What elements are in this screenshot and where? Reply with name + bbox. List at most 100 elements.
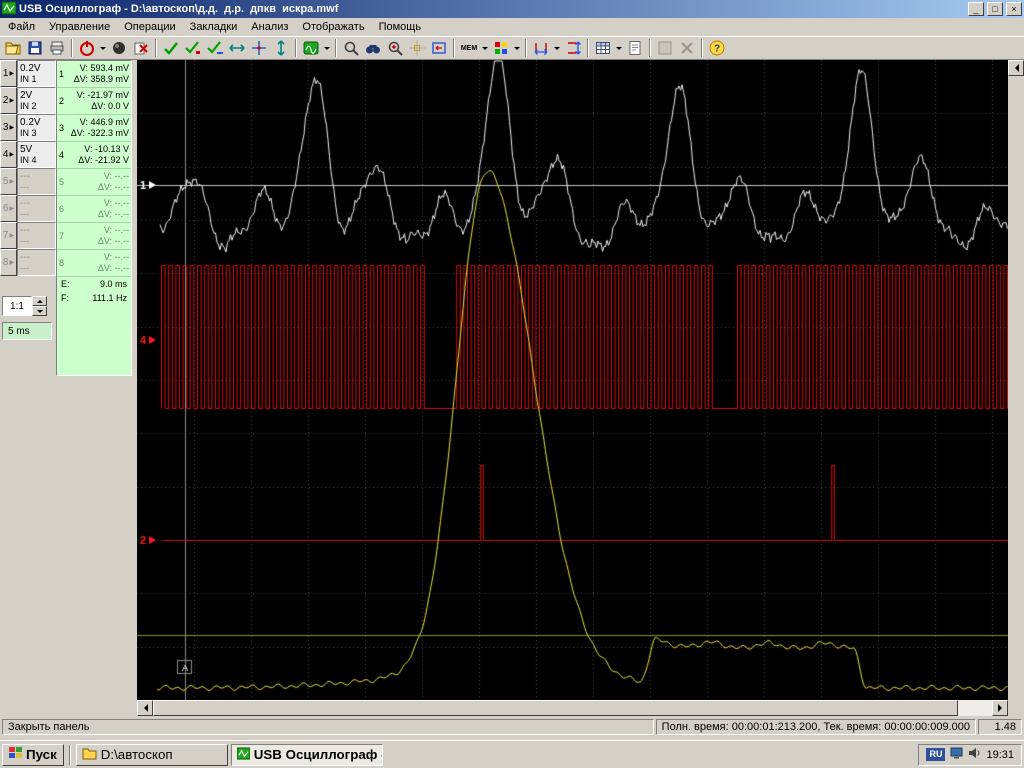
measure-check-ruler-icon[interactable] [204, 37, 226, 59]
channel-6-settings[interactable]: ------ [17, 195, 56, 222]
stop-dropdown[interactable] [98, 37, 108, 59]
minimize-button[interactable]: _ [968, 2, 984, 16]
measure-horizontal-dropdown[interactable] [552, 37, 562, 59]
task-button-folder[interactable]: D:\автоскоп [76, 744, 228, 766]
channel-2-button[interactable]: 2▶ [0, 87, 17, 114]
display-mode-icon[interactable] [300, 37, 322, 59]
channel-6-button[interactable]: 6▶ [0, 195, 17, 222]
channel-colors-icon[interactable] [490, 37, 512, 59]
channel-2-settings[interactable]: 2VIN 2 [17, 87, 56, 114]
measure-check-icon[interactable] [160, 37, 182, 59]
channel-row-2: 2▶ 2VIN 2 [0, 87, 56, 114]
channel-3-settings[interactable]: 0.2VIN 3 [17, 114, 56, 141]
zoom-in-icon[interactable] [384, 37, 406, 59]
measurement-row-4: 4V: -10.13 VΔV: -21.92 V [57, 142, 131, 169]
channel-7-settings[interactable]: ------ [17, 222, 56, 249]
help-icon[interactable]: ? [706, 37, 728, 59]
measurements-panel: 1V: 593.4 mVΔV: 358.9 mV 2V: -21.97 mVΔV… [56, 60, 132, 376]
menu-item-help[interactable]: Помощь [372, 19, 429, 35]
channel-5-settings[interactable]: ------ [17, 168, 56, 195]
pan-vertical-icon[interactable] [270, 37, 292, 59]
panel-toggle-button[interactable] [1008, 60, 1024, 76]
cursor-mode-icon[interactable] [406, 37, 428, 59]
clock[interactable]: 19:31 [986, 749, 1014, 761]
measure-horizontal-icon[interactable] [530, 37, 552, 59]
search-icon[interactable] [362, 37, 384, 59]
channel-row-4: 4▶ 5VIN 4 [0, 141, 56, 168]
menu-item-display[interactable]: Отображать [295, 19, 371, 35]
time-readout: Полн. время: 00:00:01:213.200, Тек. врем… [656, 719, 976, 735]
scale-down-button[interactable] [32, 306, 47, 316]
close-panel-label[interactable]: Закрыть панель [2, 719, 654, 735]
measurement-row-1: 1V: 593.4 mVΔV: 358.9 mV [57, 61, 131, 88]
channel-row-1: 1▶ 0.2VIN 1 [0, 60, 56, 87]
scale-value[interactable]: 1:1 [2, 296, 32, 316]
single-capture-icon[interactable] [108, 37, 130, 59]
save-icon[interactable] [24, 37, 46, 59]
pan-horizontal-icon[interactable] [226, 37, 248, 59]
scrollbar-thumb[interactable] [153, 700, 958, 716]
disabled-close-icon [676, 37, 698, 59]
erase-icon[interactable] [130, 37, 152, 59]
task-button-oscilloscope[interactable]: USB Осциллограф - D... [231, 744, 383, 766]
scroll-left-button[interactable] [137, 700, 153, 716]
data-table-dropdown[interactable] [614, 37, 624, 59]
horizontal-scrollbar [137, 700, 1008, 716]
measure-vertical-icon[interactable] [562, 37, 584, 59]
print-icon[interactable] [46, 37, 68, 59]
measurement-row-3: 3V: 446.9 mVΔV: -322.3 mV [57, 115, 131, 142]
memory-dropdown[interactable] [480, 37, 490, 59]
volume-icon[interactable] [968, 747, 981, 762]
zoom-icon[interactable] [340, 37, 362, 59]
start-button[interactable]: Пуск [2, 744, 64, 766]
language-indicator[interactable]: RU [926, 748, 945, 761]
channel-8-settings[interactable]: ------ [17, 249, 56, 276]
memory-icon[interactable]: MEM [458, 37, 480, 59]
svg-text:?: ? [714, 44, 720, 55]
app-icon [2, 1, 16, 18]
toolbar-separator [335, 39, 337, 57]
menu-item-file[interactable]: Файл [1, 19, 42, 35]
close-button[interactable]: × [1006, 2, 1022, 16]
sweep-duration: E:9.0 ms [57, 277, 131, 291]
menu-item-operations[interactable]: Операции [117, 19, 182, 35]
scroll-right-button[interactable] [992, 700, 1008, 716]
oscilloscope-plot-area [137, 60, 1008, 700]
channel-4-button[interactable]: 4▶ [0, 141, 17, 168]
toolbar-separator [71, 39, 73, 57]
fit-view-icon[interactable] [428, 37, 450, 59]
scale-up-button[interactable] [32, 296, 47, 306]
channel-row-3: 3▶ 0.2VIN 3 [0, 114, 56, 141]
window-title: USB Осциллограф - D:\автоскоп\д.д. д.р. … [19, 3, 965, 15]
channel-5-button[interactable]: 5▶ [0, 168, 17, 195]
system-tray: RU 19:31 [918, 744, 1022, 766]
menu-item-bookmarks[interactable]: Закладки [183, 19, 245, 35]
channel-1-settings[interactable]: 0.2VIN 1 [17, 60, 56, 87]
taskbar-separator [69, 745, 71, 765]
stop-acquisition-icon[interactable] [76, 37, 98, 59]
maximize-button[interactable]: □ [987, 2, 1003, 16]
titlebar: USB Осциллограф - D:\автоскоп\д.д. д.р. … [0, 0, 1024, 18]
channel-4-settings[interactable]: 5VIN 4 [17, 141, 56, 168]
data-table-icon[interactable] [592, 37, 614, 59]
scrollbar-track[interactable] [153, 700, 992, 716]
channel-3-button[interactable]: 3▶ [0, 114, 17, 141]
measurement-row-6: 6V: --.--ΔV: --.-- [57, 196, 131, 223]
menu-item-analysis[interactable]: Анализ [244, 19, 295, 35]
channel-1-button[interactable]: 1▶ [0, 60, 17, 87]
channel-8-button[interactable]: 8▶ [0, 249, 17, 276]
report-icon[interactable] [624, 37, 646, 59]
windows-logo-icon [9, 746, 23, 763]
measure-check-marker-icon[interactable] [182, 37, 204, 59]
menu-item-control[interactable]: Управление [42, 19, 117, 35]
open-file-icon[interactable] [2, 37, 24, 59]
tray-device-icon[interactable] [950, 747, 963, 762]
oscilloscope-canvas[interactable] [137, 60, 1008, 700]
display-mode-dropdown[interactable] [322, 37, 332, 59]
statusbar: Закрыть панель Полн. время: 00:00:01:213… [0, 718, 1024, 738]
channel-7-button[interactable]: 7▶ [0, 222, 17, 249]
channel-colors-dropdown[interactable] [512, 37, 522, 59]
timebase-value[interactable]: 5 ms [2, 322, 52, 340]
crosshair-icon[interactable] [248, 37, 270, 59]
measurement-row-2: 2V: -21.97 mVΔV: 0.0 V [57, 88, 131, 115]
